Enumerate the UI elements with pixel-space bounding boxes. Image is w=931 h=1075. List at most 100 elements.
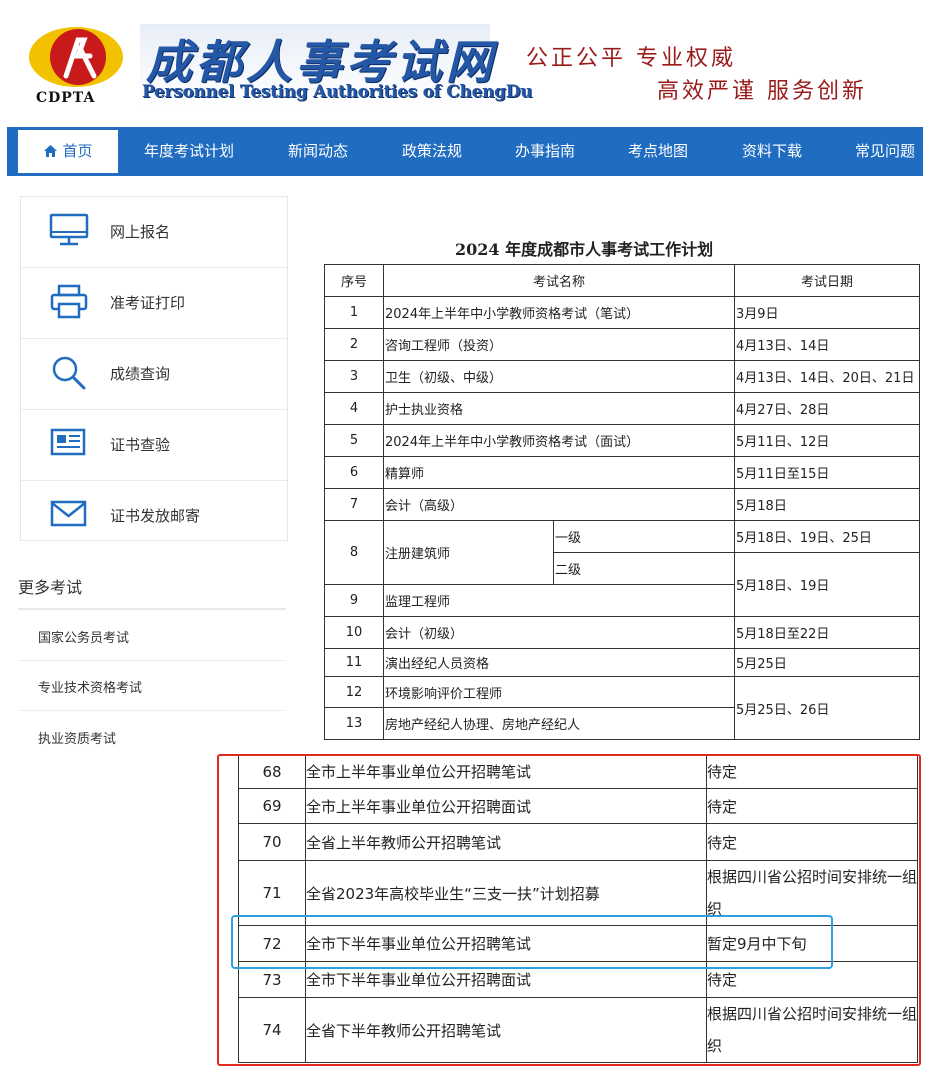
nav-item-annual-plan[interactable]: 年度考试计划 <box>144 127 234 176</box>
row-date: 5月11日至15日 <box>734 456 920 489</box>
row-date: 5月18日至22日 <box>734 616 920 649</box>
main-nav: 首页 年度考试计划 新闻动态 政策法规 办事指南 考点地图 资料下载 常见问题 <box>7 127 923 176</box>
more-exams-title: 更多考试 <box>18 578 83 597</box>
table-header-row: 序号 考试名称 考试日期 <box>324 264 920 297</box>
nav-item-guide[interactable]: 办事指南 <box>515 127 575 176</box>
row-name: 精算师 <box>383 456 735 489</box>
quick-link-label: 证书发放邮寄 <box>110 507 201 525</box>
row-no: 71 <box>238 860 306 926</box>
row-name: 2024年上半年中小学教师资格考试（笔试） <box>383 296 735 329</box>
table-row: 70 全省上半年教师公开招聘笔试 待定 <box>238 823 918 861</box>
row-no: 7 <box>324 488 384 521</box>
row-name: 卫生（初级、中级） <box>383 360 735 393</box>
row-name: 会计（高级） <box>383 488 735 521</box>
exam-plan-table: 序号 考试名称 考试日期 1 2024年上半年中小学教师资格考试（笔试） 3月9… <box>324 264 920 740</box>
table-row: 4 护士执业资格 4月27日、28日 <box>324 392 920 425</box>
quick-link-online-registration[interactable]: 网上报名 <box>21 197 287 268</box>
row-no: 8 <box>324 520 384 585</box>
row-name: 全省2023年高校毕业生“三支一扶”计划招募 <box>305 860 707 926</box>
quick-link-label: 成绩查询 <box>110 365 171 383</box>
row-date: 待定 <box>706 961 918 998</box>
row-no: 73 <box>238 961 306 998</box>
table-row: 72 全市下半年事业单位公开招聘笔试 暂定9月中下旬 <box>238 925 918 962</box>
quick-link-certificate-mailing[interactable]: 证书发放邮寄 <box>21 481 287 551</box>
row-date: 待定 <box>706 754 918 789</box>
row-name: 全省上半年教师公开招聘笔试 <box>305 823 707 861</box>
table-row: 7 会计（高级） 5月18日 <box>324 488 920 521</box>
header-no: 序号 <box>324 264 384 297</box>
nav-item-news[interactable]: 新闻动态 <box>288 127 348 176</box>
table-row: 12 环境影响评价工程师 5月25日、26日 <box>324 676 920 740</box>
row-date: 根据四川省公招时间安排统一组织 <box>706 860 918 926</box>
row-no: 11 <box>324 648 384 677</box>
quick-link-label: 网上报名 <box>110 223 171 241</box>
quick-links-panel: 网上报名 准考证打印 成绩查询 证书查验 证书发放邮寄 <box>20 196 288 541</box>
printer-icon <box>50 284 88 319</box>
nav-item-exam-map[interactable]: 考点地图 <box>628 127 688 176</box>
row-date: 5月18日、19日、25日 <box>734 520 920 553</box>
table-row: 69 全市上半年事业单位公开招聘面试 待定 <box>238 788 918 824</box>
more-link-civil-servant[interactable]: 国家公务员考试 <box>38 627 129 646</box>
row-date: 待定 <box>706 823 918 861</box>
row-name: 全市下半年事业单位公开招聘笔试 <box>305 925 707 962</box>
row-no: 10 <box>324 616 384 649</box>
quick-link-label: 证书查验 <box>110 436 171 454</box>
row-name: 监理工程师 <box>383 584 735 617</box>
header-name: 考试名称 <box>383 264 735 297</box>
row-name: 全市上半年事业单位公开招聘笔试 <box>305 754 707 789</box>
quick-link-admission-print[interactable]: 准考证打印 <box>21 268 287 339</box>
row-date: 5月25日、26日 <box>734 676 920 740</box>
row-subgrade: 一级 <box>553 520 735 553</box>
row-no: 72 <box>238 925 306 962</box>
row-no: 74 <box>238 997 306 1063</box>
row-date: 暂定9月中下旬 <box>706 925 918 962</box>
row-date: 3月9日 <box>734 296 920 329</box>
row-name: 全市下半年事业单位公开招聘面试 <box>305 961 707 998</box>
divider <box>18 608 286 610</box>
table-row: 1 2024年上半年中小学教师资格考试（笔试） 3月9日 <box>324 296 920 329</box>
quick-link-score-query[interactable]: 成绩查询 <box>21 339 287 410</box>
nav-item-policy[interactable]: 政策法规 <box>402 127 462 176</box>
certificate-icon <box>50 428 86 456</box>
slogan-line-1: 公正公平 专业权威 <box>526 46 736 71</box>
logo-abbreviation: CDPTA <box>36 90 96 106</box>
row-date: 5月18日、19日 <box>734 552 920 617</box>
row-no: 69 <box>238 788 306 824</box>
row-no: 12 <box>324 676 384 708</box>
row-name: 咨询工程师（投资） <box>383 328 735 361</box>
home-icon <box>44 145 58 157</box>
nav-item-downloads[interactable]: 资料下载 <box>742 127 802 176</box>
divider <box>18 660 286 661</box>
cdpta-emblem-icon <box>29 27 123 87</box>
table-row: 71 全省2023年高校毕业生“三支一扶”计划招募 根据四川省公招时间安排统一组… <box>238 860 918 926</box>
table-row: 6 精算师 5月11日至15日 <box>324 456 920 489</box>
envelope-icon <box>50 500 87 527</box>
row-subgrade: 二级 <box>553 552 735 585</box>
row-date: 5月25日 <box>734 648 920 677</box>
table-row: 11 演出经纪人员资格 5月25日 <box>324 648 920 677</box>
row-no: 9 <box>324 584 384 617</box>
row-no: 5 <box>324 424 384 457</box>
row-name: 护士执业资格 <box>383 392 735 425</box>
nav-item-home[interactable]: 首页 <box>18 130 118 173</box>
slogan-line-2: 高效严谨 服务创新 <box>657 79 867 104</box>
divider <box>18 710 286 711</box>
table-row: 8 注册建筑师 一级 5月18日、19日、25日 <box>324 520 920 585</box>
row-name: 全省下半年教师公开招聘笔试 <box>305 997 707 1063</box>
more-link-practice-qualification[interactable]: 执业资质考试 <box>38 728 116 747</box>
row-date: 5月18日 <box>734 488 920 521</box>
nav-item-faq[interactable]: 常见问题 <box>855 127 915 176</box>
row-name: 2024年上半年中小学教师资格考试（面试） <box>383 424 735 457</box>
table-row: 10 会计（初级） 5月18日至22日 <box>324 616 920 649</box>
table-row: 73 全市下半年事业单位公开招聘面试 待定 <box>238 961 918 998</box>
table-row: 3 卫生（初级、中级） 4月13日、14日、20日、21日 <box>324 360 920 393</box>
row-date: 根据四川省公招时间安排统一组织 <box>706 997 918 1063</box>
row-no: 2 <box>324 328 384 361</box>
site-title-banner: 成都人事考试网 Personnel Testing Authorities of… <box>140 24 533 106</box>
row-name: 房地产经纪人协理、房地产经纪人 <box>383 707 735 740</box>
more-link-professional-qualification[interactable]: 专业技术资格考试 <box>38 677 142 696</box>
quick-link-certificate-verify[interactable]: 证书查验 <box>21 410 287 481</box>
row-no: 70 <box>238 823 306 861</box>
row-name: 全市上半年事业单位公开招聘面试 <box>305 788 707 824</box>
plan-table-title: 2024 年度成都市人事考试工作计划 <box>455 240 714 259</box>
